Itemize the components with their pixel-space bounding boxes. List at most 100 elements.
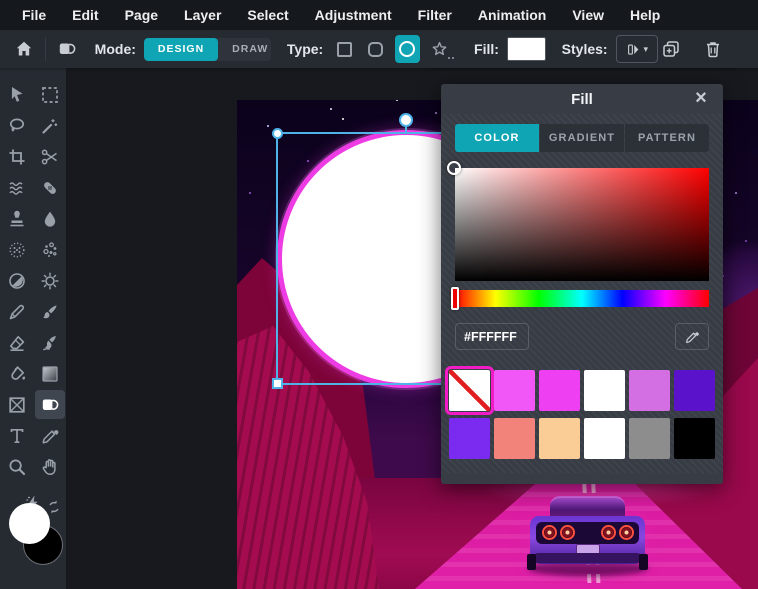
foreground-color-chip[interactable] [9,503,50,544]
shape-type-circle-button[interactable] [394,35,421,63]
styles-label: Styles: [561,41,608,57]
menu-animation[interactable]: Animation [478,7,546,23]
close-icon[interactable]: × [689,86,713,110]
fill-label: Fill: [474,41,499,57]
magic-wand-tool[interactable] [35,111,65,140]
hue-slider[interactable] [451,287,709,310]
car-wheel [639,554,648,570]
color-field-cursor[interactable] [447,161,461,175]
tool-grid [0,68,66,481]
swatch-grid [445,366,715,459]
cursor-icon [7,85,27,105]
car-taillight [601,525,616,540]
fill-panel-body: COLOR GRADIENT PATTERN [441,114,723,473]
tab-color[interactable]: COLOR [455,124,539,152]
home-icon[interactable] [12,36,36,62]
shape-type-rounded-square-button[interactable] [363,35,389,63]
frame-tool[interactable] [2,390,32,419]
mode-design-button[interactable]: DESIGN [143,37,219,61]
gradient-tool[interactable] [35,359,65,388]
swatch-none[interactable] [445,366,494,415]
menu-help[interactable]: Help [630,7,660,23]
swatch[interactable] [449,418,490,459]
styles-dropdown[interactable]: ▾ [615,35,658,63]
clone-stamp-tool[interactable] [2,204,32,233]
pixelate-tool[interactable] [2,235,32,264]
fill-bucket-tool[interactable] [2,359,32,388]
marquee-icon [40,85,60,105]
swatch[interactable] [629,418,670,459]
marquee-tool[interactable] [35,80,65,109]
swatch[interactable] [629,370,670,411]
text-tool[interactable] [2,421,32,450]
saturation-value-field[interactable] [447,161,709,281]
mode-segmented-control: DESIGN DRAW [143,37,271,61]
menu-layer[interactable]: Layer [184,7,221,23]
hand-icon [40,457,60,477]
hex-color-input[interactable] [455,323,529,350]
magnifier-icon [7,457,27,477]
eyedropper-tool[interactable] [35,421,65,450]
tab-gradient[interactable]: GRADIENT [540,124,624,152]
scissors-icon [40,147,60,167]
menu-file[interactable]: File [22,7,46,23]
crop-tool[interactable] [2,142,32,171]
swatch[interactable] [494,418,535,459]
swatch[interactable] [584,370,625,411]
swatch[interactable] [674,370,715,411]
menu-page[interactable]: Page [125,7,158,23]
bandaid-icon [40,178,60,198]
swatch[interactable] [584,418,625,459]
blur-tool[interactable] [35,204,65,233]
bucket-icon [7,364,27,384]
zoom-tool[interactable] [2,452,32,481]
trash-icon[interactable] [700,36,726,62]
hex-row [455,323,709,350]
effects-tool[interactable] [35,266,65,295]
brush-tool[interactable] [35,297,65,326]
heal-tool[interactable] [35,173,65,202]
menu-filter[interactable]: Filter [418,7,452,23]
mode-draw-button[interactable]: DRAW [218,38,271,61]
hand-tool[interactable] [35,452,65,481]
menu-view[interactable]: View [572,7,604,23]
swatch[interactable] [539,370,580,411]
fill-color-chip[interactable] [506,37,546,61]
duplicate-icon[interactable] [658,36,684,62]
liquify-tool[interactable] [2,173,32,202]
swatch[interactable] [494,370,535,411]
adjust-tool[interactable] [2,266,32,295]
hue-slider-cursor[interactable] [451,287,459,310]
select-arrow-tool[interactable] [2,80,32,109]
eraser-tool[interactable] [2,328,32,357]
tab-pattern[interactable]: PATTERN [625,124,709,152]
rotate-handle[interactable] [398,113,413,127]
toolbar-divider [44,37,46,61]
waves-icon [7,178,27,198]
eyedropper-button[interactable] [675,323,709,350]
resize-handle-bottom-left[interactable] [272,378,283,389]
shape-tool[interactable] [34,390,65,419]
star-icon [430,40,449,59]
menu-edit[interactable]: Edit [72,7,98,23]
menu-bar: File Edit Page Layer Select Adjustment F… [0,0,758,30]
disperse-tool[interactable] [35,235,65,264]
current-tool-shape-icon [55,36,79,62]
frame-icon [7,395,27,415]
shape-type-star-button[interactable] [426,35,452,63]
car-wheel [527,554,536,570]
car-taillight [542,525,557,540]
swatch[interactable] [539,418,580,459]
smudge-tool[interactable] [35,328,65,357]
swatch[interactable] [674,418,715,459]
resize-handle-top-left[interactable] [272,128,283,139]
cutout-tool[interactable] [35,142,65,171]
lasso-tool[interactable] [2,111,32,140]
type-label: Type: [286,41,324,57]
shape-type-square-button[interactable] [331,35,357,63]
pen-tool[interactable] [2,297,32,326]
artwork-stars [237,100,239,102]
menu-select[interactable]: Select [247,7,288,23]
menu-adjustment[interactable]: Adjustment [315,7,392,23]
swap-colors-icon[interactable] [46,499,62,515]
